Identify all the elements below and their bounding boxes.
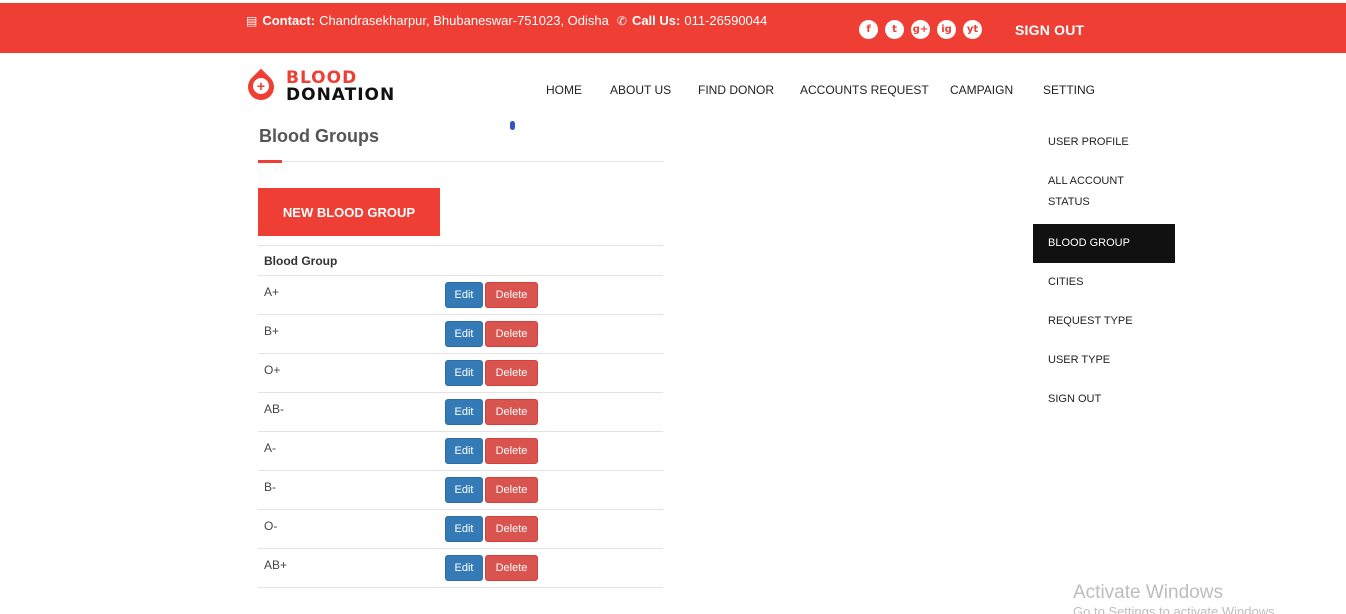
social-links: f t g+ ig yt	[859, 20, 982, 39]
actions-cell: Edit Delete	[444, 431, 663, 471]
page-title: Blood Groups	[259, 126, 379, 146]
actions-cell: Edit Delete	[444, 275, 663, 315]
delete-button[interactable]: Delete	[485, 360, 538, 386]
edit-button[interactable]: Edit	[445, 438, 483, 464]
logo-line2: DONATION	[286, 85, 396, 105]
table-header-row: Blood Group	[258, 245, 663, 276]
side-menu-item-user-profile[interactable]: USER PROFILE	[1033, 125, 1175, 160]
windows-watermark: Activate Windows	[1073, 582, 1223, 603]
instagram-icon[interactable]: ig	[937, 20, 956, 39]
side-menu-item-cities[interactable]: CITIES	[1033, 263, 1175, 302]
site-logo[interactable]: + BLOOD DONATION	[242, 68, 395, 106]
table-row: O+ Edit Delete	[258, 353, 663, 393]
table-row: AB+ Edit Delete	[258, 548, 663, 588]
blood-group-cell: B-	[258, 470, 444, 510]
edit-button[interactable]: Edit	[445, 477, 483, 503]
actions-cell: Edit Delete	[444, 392, 663, 432]
phone-icon: ✆	[616, 13, 627, 28]
blood-group-cell: O-	[258, 509, 444, 549]
title-accent	[258, 160, 282, 163]
table-row: B+ Edit Delete	[258, 314, 663, 354]
google-plus-icon[interactable]: g+	[911, 20, 930, 39]
edit-button[interactable]: Edit	[445, 555, 483, 581]
table-row: AB- Edit Delete	[258, 392, 663, 432]
edit-button[interactable]: Edit	[445, 399, 483, 425]
new-blood-group-button[interactable]: NEW BLOOD GROUP	[258, 188, 440, 236]
table-row: B- Edit Delete	[258, 470, 663, 510]
table-row: A+ Edit Delete	[258, 275, 663, 315]
side-menu-item-blood-group[interactable]: BLOOD GROUP	[1033, 224, 1175, 263]
delete-button[interactable]: Delete	[485, 282, 538, 308]
actions-cell: Edit Delete	[444, 509, 663, 549]
call-label: Call Us:	[631, 13, 681, 28]
side-menu-item-request-type[interactable]: REQUEST TYPE	[1033, 302, 1175, 341]
blood-group-cell: AB+	[258, 548, 444, 588]
windows-watermark-sub: Go to Settings to activate Windows.	[1073, 604, 1279, 614]
building-icon: ▤	[246, 13, 258, 28]
side-menu-item-user-type[interactable]: USER TYPE	[1033, 341, 1175, 380]
edit-button[interactable]: Edit	[445, 282, 483, 308]
blood-group-cell: O+	[258, 353, 444, 393]
nav-about-us[interactable]: ABOUT US	[610, 83, 671, 97]
settings-side-menu: USER PROFILE ALL ACCOUNT STATUS BLOOD GROU…	[1033, 125, 1175, 419]
blood-group-cell: B+	[258, 314, 444, 354]
delete-button[interactable]: Delete	[485, 399, 538, 425]
nav-accounts-request[interactable]: ACCOUNTS REQUEST	[800, 83, 929, 97]
facebook-icon[interactable]: f	[859, 20, 878, 39]
table-row: O- Edit Delete	[258, 509, 663, 549]
delete-button[interactable]: Delete	[485, 321, 538, 347]
cursor-marker	[510, 121, 515, 130]
twitter-icon[interactable]: t	[885, 20, 904, 39]
actions-cell: Edit Delete	[444, 470, 663, 510]
nav-campaign[interactable]: CAMPAIGN	[950, 83, 1013, 97]
column-header-blood-group: Blood Group	[258, 245, 663, 276]
side-menu-item-sign-out[interactable]: SIGN OUT	[1033, 380, 1175, 419]
call-number: 011-26590044	[684, 13, 768, 28]
edit-button[interactable]: Edit	[445, 516, 483, 542]
top-bar: ▤ Contact: Chandrasekharpur, Bhubaneswar…	[0, 0, 1346, 53]
edit-button[interactable]: Edit	[445, 360, 483, 386]
contact-address: Chandrasekharpur, Bhubaneswar-751023, Od…	[319, 13, 609, 28]
nav-find-donor[interactable]: FIND DONOR	[698, 83, 774, 97]
table-body: A+ Edit Delete B+ Edit Delete O+ Edit Delete AB- E…	[258, 275, 663, 588]
blood-drop-icon: +	[242, 68, 280, 106]
delete-button[interactable]: Delete	[485, 438, 538, 464]
delete-button[interactable]: Delete	[485, 555, 538, 581]
contact-label: Contact:	[262, 13, 316, 28]
side-menu-item-all-account-status[interactable]: ALL ACCOUNT STATUS	[1033, 160, 1175, 224]
logo-text: BLOOD DONATION	[286, 70, 395, 104]
sign-out-link[interactable]: SIGN OUT	[1015, 22, 1084, 38]
actions-cell: Edit Delete	[444, 548, 663, 588]
blood-group-cell: AB-	[258, 392, 444, 432]
nav-home[interactable]: HOME	[546, 83, 582, 97]
youtube-icon[interactable]: yt	[963, 20, 982, 39]
table-row: A- Edit Delete	[258, 431, 663, 471]
blood-group-table: Blood Group A+ Edit Delete B+ Edit Delete O+ Ed…	[258, 245, 663, 588]
title-divider	[258, 161, 663, 162]
blood-group-cell: A-	[258, 431, 444, 471]
edit-button[interactable]: Edit	[445, 321, 483, 347]
delete-button[interactable]: Delete	[485, 477, 538, 503]
contact-info: ▤ Contact: Chandrasekharpur, Bhubaneswar…	[246, 13, 767, 28]
delete-button[interactable]: Delete	[485, 516, 538, 542]
actions-cell: Edit Delete	[444, 314, 663, 354]
actions-cell: Edit Delete	[444, 353, 663, 393]
blood-group-cell: A+	[258, 275, 444, 315]
nav-setting[interactable]: SETTING	[1043, 83, 1095, 97]
